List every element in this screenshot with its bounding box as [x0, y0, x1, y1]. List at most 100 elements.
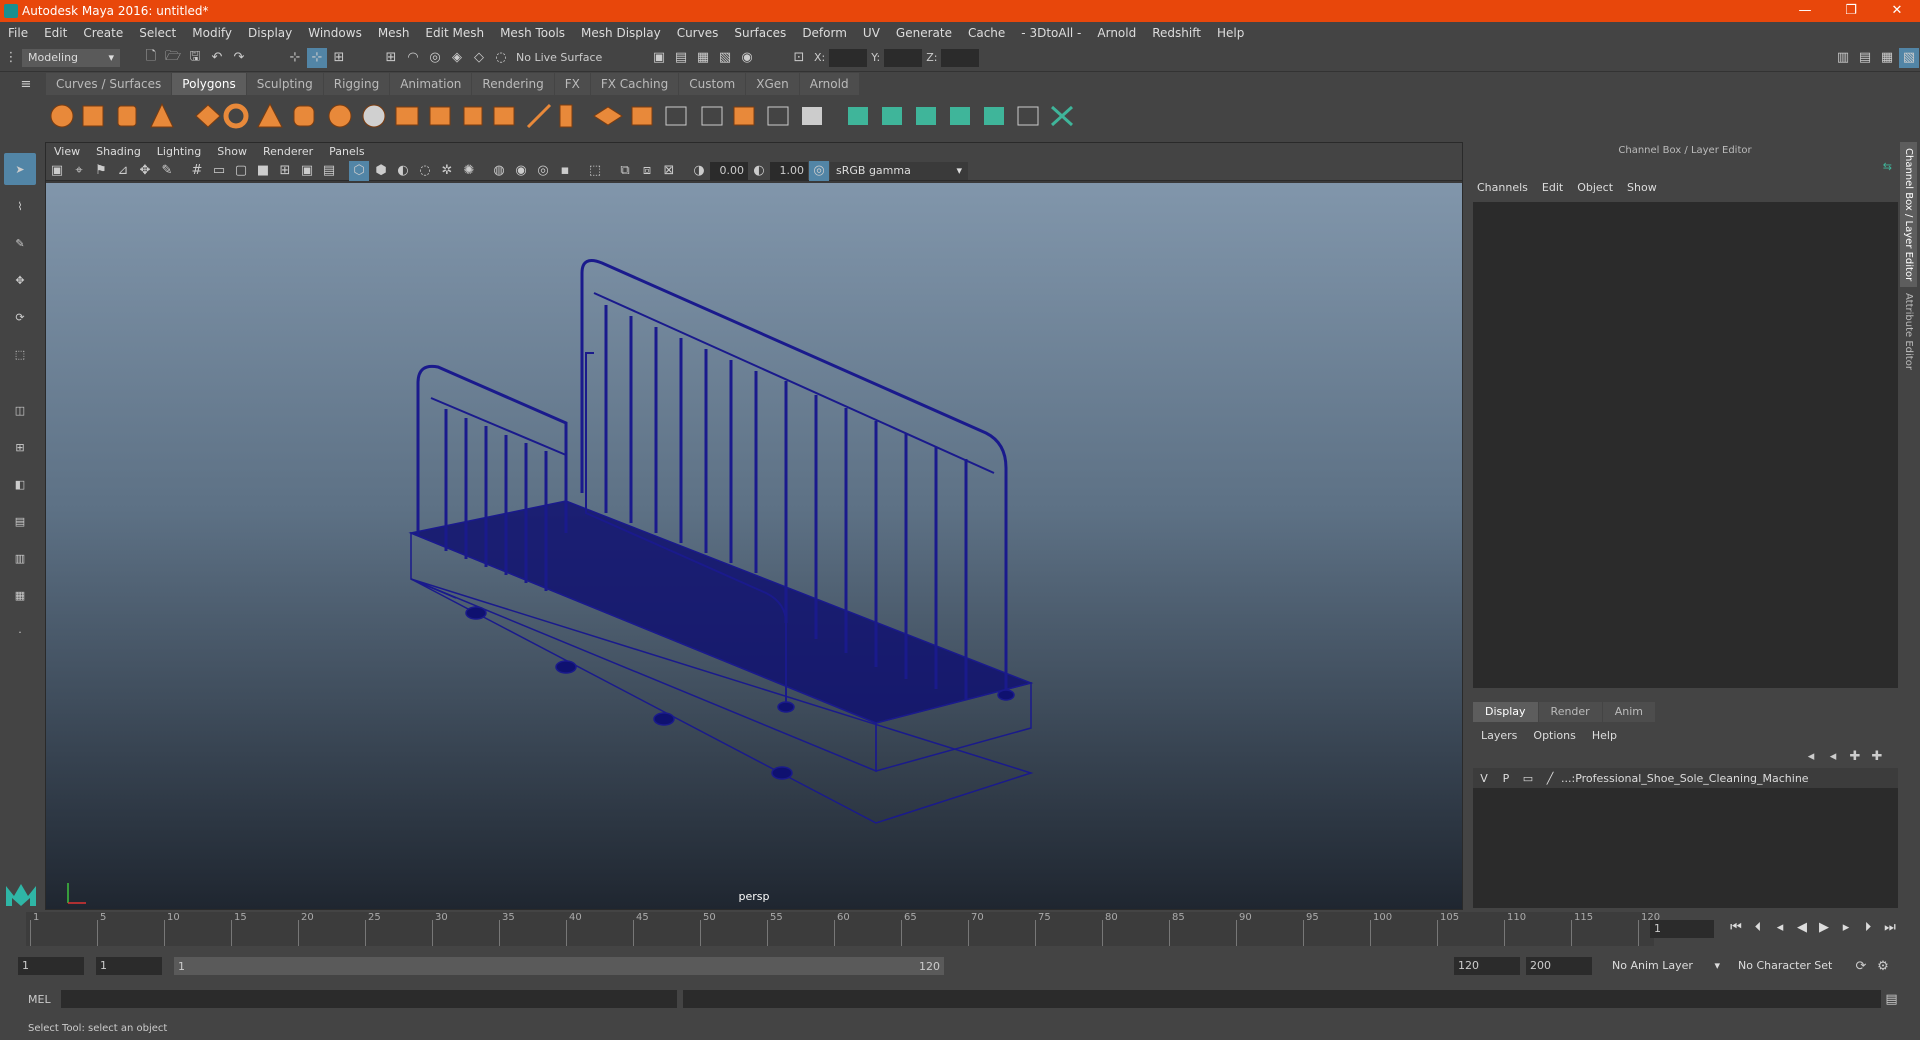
channel-menu-channels[interactable]: Channels — [1470, 178, 1535, 198]
layer-visibility-toggle[interactable]: V — [1473, 772, 1495, 785]
3d-viewport[interactable]: persp — [46, 183, 1462, 909]
xray-active-icon[interactable]: ⧈ — [637, 161, 657, 181]
side-tab-attribute-editor[interactable]: Attribute Editor — [1900, 287, 1917, 376]
layer-menu-layers[interactable]: Layers — [1473, 726, 1525, 746]
menu-deform[interactable]: Deform — [794, 22, 855, 44]
menu-display[interactable]: Display — [240, 22, 300, 44]
menu-cache[interactable]: Cache — [960, 22, 1013, 44]
shelf-tab-sculpting[interactable]: Sculpting — [246, 73, 323, 95]
layer-tab-anim[interactable]: Anim — [1602, 702, 1655, 722]
close-button[interactable]: ✕ — [1874, 0, 1920, 22]
menu-modify[interactable]: Modify — [184, 22, 240, 44]
grease-pencil-icon[interactable]: ✎ — [157, 161, 177, 181]
layer-name[interactable]: ...:Professional_Shoe_Sole_Cleaning_Mach… — [1561, 772, 1809, 785]
menu-3dtoall[interactable]: - 3DtoAll - — [1013, 22, 1089, 44]
gamma-field[interactable]: 1.00 — [770, 161, 808, 180]
panel-menu-panels[interactable]: Panels — [321, 143, 372, 161]
select-object-icon[interactable]: ⊹ — [307, 47, 327, 68]
shelf-tab-fx[interactable]: FX — [554, 73, 590, 95]
2d-pan-icon[interactable]: ✥ — [135, 161, 155, 181]
side-tab-channel-box[interactable]: Channel Box / Layer Editor — [1900, 142, 1917, 288]
menu-file[interactable]: File — [0, 22, 36, 44]
snap-grid-icon[interactable]: ⊞ — [381, 48, 401, 68]
bookmark-icon[interactable]: ⚑ — [91, 161, 111, 181]
use-lights-icon[interactable]: ✺ — [459, 161, 479, 181]
time-ticks[interactable]: 1 5 10 15 20 25 30 35 40 45 50 55 60 65 70 75 80 85 90 95 10… — [26, 912, 1660, 946]
graph-view-icon[interactable]: ▥ — [4, 542, 36, 574]
shelf-tab-fx-caching[interactable]: FX Caching — [590, 73, 679, 95]
select-hierarchy-icon[interactable]: ⊹ — [285, 48, 305, 68]
command-input[interactable] — [60, 990, 677, 1008]
snap-point-icon[interactable]: ◎ — [425, 48, 445, 68]
isolate-select-icon[interactable]: ⬚ — [585, 161, 605, 181]
motion-blur-icon[interactable]: ◎ — [533, 161, 553, 181]
shelf-tab-curves-surfaces[interactable]: Curves / Surfaces — [46, 73, 172, 95]
shelf-tab-rigging[interactable]: Rigging — [323, 73, 390, 95]
current-frame-field[interactable]: 1 — [1650, 920, 1714, 938]
redo-icon[interactable]: ↷ — [229, 48, 249, 68]
snap-live-icon[interactable]: ◌ — [491, 48, 511, 68]
end-time-field[interactable]: 200 — [1526, 957, 1592, 975]
render-view-icon[interactable]: ▣ — [649, 48, 669, 68]
restore-button[interactable]: ❐ — [1828, 0, 1874, 22]
anim-end-field[interactable]: 120 — [1454, 957, 1520, 975]
menu-help[interactable]: Help — [1209, 22, 1252, 44]
snap-surface-icon[interactable]: ◇ — [469, 48, 489, 68]
auto-key-icon[interactable]: ⟳ — [1851, 956, 1871, 976]
channel-box-icon[interactable]: ▧ — [1899, 47, 1919, 68]
anim-layer-dropdown[interactable]: No Anim Layer ▾ — [1606, 957, 1726, 975]
safe-title-icon[interactable]: ▤ — [319, 161, 339, 181]
panel-menu-lighting[interactable]: Lighting — [149, 143, 209, 161]
wireframe-on-shaded-icon[interactable]: ◐ — [393, 161, 413, 181]
menu-edit[interactable]: Edit — [36, 22, 75, 44]
hypershade-icon[interactable]: ◉ — [737, 48, 757, 68]
select-tool-icon[interactable]: ➤ — [4, 153, 36, 185]
anti-aliasing-icon[interactable]: ▪ — [555, 161, 575, 181]
gamma-icon[interactable]: ◐ — [749, 161, 769, 181]
step-back-icon[interactable]: ⏴ — [1747, 920, 1769, 935]
menu-mesh-tools[interactable]: Mesh Tools — [492, 22, 573, 44]
menu-surfaces[interactable]: Surfaces — [726, 22, 794, 44]
outliner-view-icon[interactable]: ▤ — [4, 505, 36, 537]
four-view-icon[interactable]: ⊞ — [4, 431, 36, 463]
shelf-tab-rendering[interactable]: Rendering — [472, 73, 554, 95]
collapse-handle-icon[interactable]: ⋮ — [1, 48, 21, 68]
panel-menu-view[interactable]: View — [46, 143, 88, 161]
layer-tab-display[interactable]: Display — [1473, 702, 1538, 722]
layer-display-type[interactable]: ▭ — [1517, 772, 1539, 785]
script-editor-icon[interactable]: ▤ — [1882, 989, 1902, 1009]
ambient-occlusion-icon[interactable]: ◉ — [511, 161, 531, 181]
channel-menu-object[interactable]: Object — [1570, 178, 1620, 198]
layer-color-swatch[interactable]: ╱ — [1539, 772, 1561, 785]
menu-redshift[interactable]: Redshift — [1144, 22, 1209, 44]
exposure-field[interactable]: 0.00 — [710, 161, 748, 180]
mode-dropdown[interactable]: Modeling ▾ — [22, 48, 120, 67]
layer-menu-options[interactable]: Options — [1525, 726, 1583, 746]
play-back-icon[interactable]: ◀ — [1791, 920, 1813, 935]
transform-mode-icon[interactable]: ⊡ — [789, 48, 809, 68]
layer-tab-render[interactable]: Render — [1538, 702, 1602, 722]
move-tool-icon[interactable]: ✥ — [4, 264, 36, 296]
grid-icon[interactable]: # — [187, 161, 207, 181]
layer-playback-toggle[interactable]: P — [1495, 772, 1517, 785]
x-field[interactable] — [829, 48, 868, 67]
side-by-side-icon[interactable]: ◧ — [4, 468, 36, 500]
y-field[interactable] — [884, 48, 923, 67]
ipr-render-icon[interactable]: ▦ — [693, 48, 713, 68]
xray-joints-icon[interactable]: ⧉ — [615, 161, 635, 181]
new-layer-selected-icon[interactable]: ✚ — [1867, 746, 1887, 766]
undo-icon[interactable]: ↶ — [207, 48, 227, 68]
live-surface-field[interactable]: No Live Surface — [512, 48, 608, 67]
field-chart-icon[interactable]: ⊞ — [275, 161, 295, 181]
exposure-icon[interactable]: ◑ — [689, 161, 709, 181]
select-component-icon[interactable]: ⊞ — [329, 48, 349, 68]
film-gate-icon[interactable]: ▭ — [209, 161, 229, 181]
resolution-gate-icon[interactable]: ▢ — [231, 161, 251, 181]
single-view-icon[interactable]: ◫ — [4, 394, 36, 426]
anim-start-field[interactable]: 1 — [96, 957, 162, 975]
script-view-icon[interactable]: ▦ — [4, 579, 36, 611]
tool-settings-icon[interactable]: ▦ — [1877, 48, 1897, 68]
step-forward-icon[interactable]: ⏵ — [1857, 920, 1879, 935]
wireframe-icon[interactable]: ⬡ — [349, 160, 369, 181]
step-forward-key-icon[interactable]: ▸ — [1835, 920, 1857, 935]
